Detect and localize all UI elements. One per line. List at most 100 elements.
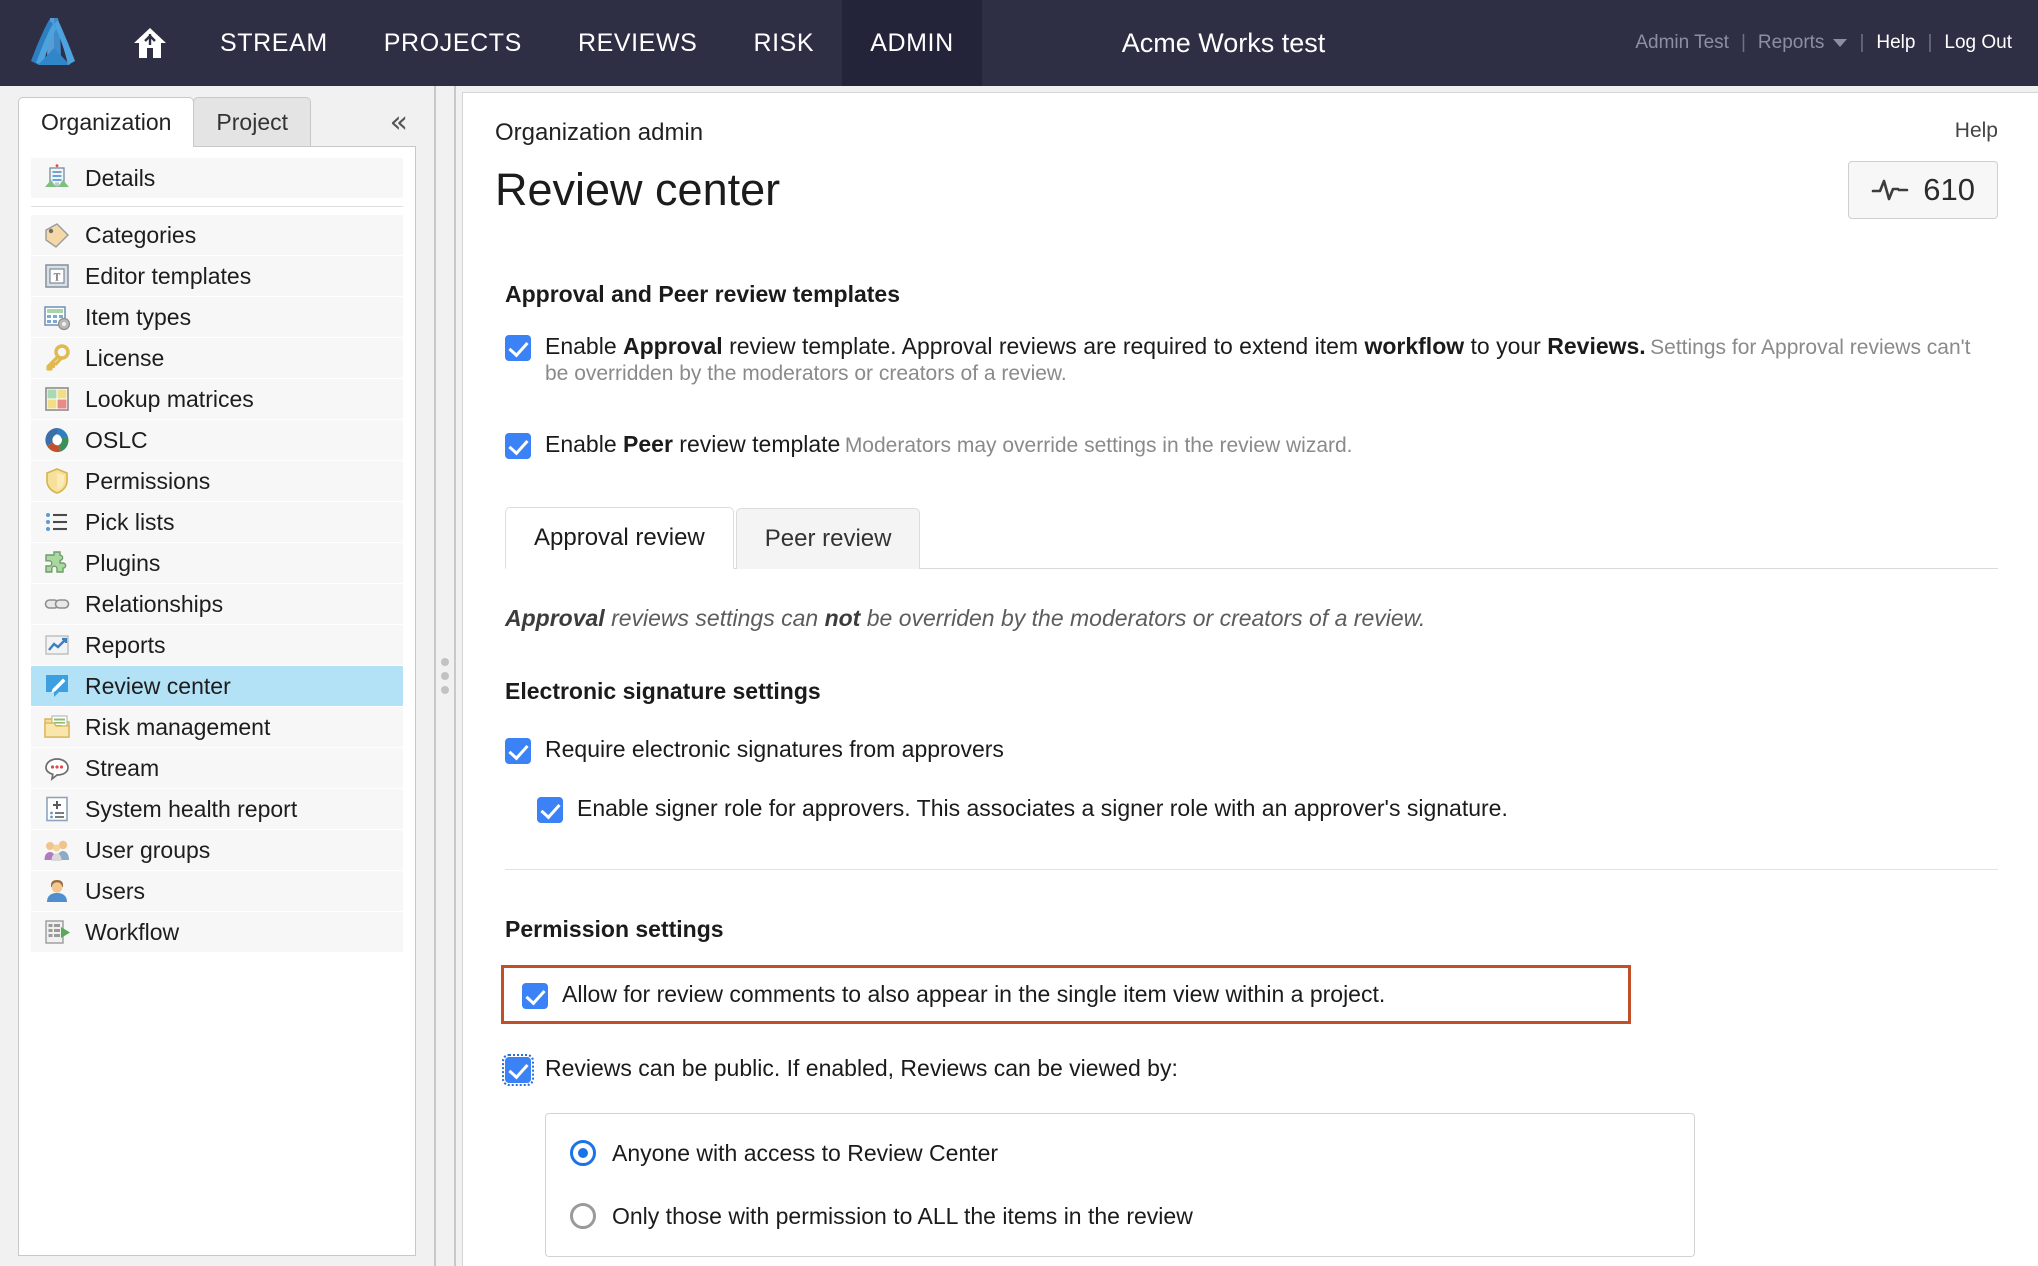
public-reviews-checkbox[interactable] (502, 1053, 534, 1086)
puzzle-icon (41, 547, 73, 579)
sidebar-item-label: Editor templates (85, 262, 252, 289)
page-title-row: Review center 610 (495, 161, 1998, 219)
current-user-label: Admin Test (1635, 32, 1729, 53)
sidebar-item-categories[interactable]: Categories (31, 215, 403, 255)
nav-tab-reviews[interactable]: REVIEWS (550, 0, 726, 86)
sidebar-item-label: Categories (85, 221, 197, 248)
enable-peer-template-checkbox[interactable] (505, 432, 531, 459)
users-group-icon (41, 834, 73, 866)
sidebar-item-user-groups[interactable]: User groups (31, 830, 403, 870)
folder-doc-icon (41, 711, 73, 743)
visibility-option-anyone-radio[interactable] (570, 1140, 596, 1167)
override-note: Approval reviews settings can not be ove… (505, 604, 1426, 631)
logout-link[interactable]: Log Out (1944, 32, 2012, 54)
templates-section-heading: Approval and Peer review templates (505, 281, 900, 307)
review-comments-in-item-view-row[interactable]: Allow for review comments to also appear… (522, 980, 1628, 1009)
tag-icon (41, 219, 73, 251)
sidebar-item-reports[interactable]: Reports (31, 625, 403, 665)
sidebar-tab-label: Project (216, 109, 289, 136)
organization-title: Acme Works test (1121, 27, 1326, 58)
sidebar-tabstrip: Organization Project « (0, 86, 434, 147)
visibility-option-restricted[interactable]: Only those with permission to ALL the it… (570, 1203, 1694, 1230)
sidebar-item-pick-lists[interactable]: Pick lists (31, 502, 403, 542)
esig-section-heading: Electronic signature settings (505, 677, 821, 704)
visibility-option-restricted-radio[interactable] (570, 1203, 596, 1230)
sidebar-item-permissions[interactable]: Permissions (31, 461, 403, 501)
tab-label: Approval review (534, 523, 705, 551)
tab-label: Peer review (764, 524, 892, 552)
page-help-link[interactable]: Help (1955, 119, 1998, 143)
sidebar-item-oslc[interactable]: OSLC (31, 420, 403, 460)
reports-menu-label: Reports (1757, 32, 1825, 53)
nav-tab-label: RISK (753, 28, 815, 57)
sidebar-item-label: Review center (85, 672, 231, 699)
sidebar-item-label: System health report (85, 795, 298, 822)
nav-tab-projects[interactable]: PROJECTS (356, 0, 550, 86)
sidebar-collapse-button[interactable]: « (390, 108, 408, 138)
sidebar-item-relationships[interactable]: Relationships (31, 584, 403, 624)
require-signatures-row[interactable]: Require electronic signatures from appro… (505, 735, 1998, 764)
permission-section-heading: Permission settings (505, 915, 724, 942)
sidebar-tab-project[interactable]: Project (193, 97, 312, 146)
sidebar-item-stream[interactable]: Stream (31, 748, 403, 788)
nav-tab-stream[interactable]: STREAM (192, 0, 356, 86)
nav-tab-label: ADMIN (870, 28, 954, 57)
key-icon (41, 342, 73, 374)
breadcrumb: Organization admin (495, 119, 704, 146)
tab-peer-review[interactable]: Peer review (735, 507, 921, 569)
list-icon (41, 506, 73, 538)
workflow-icon (41, 916, 73, 948)
public-reviews-label: Reviews can be public. If enabled, Revie… (545, 1054, 1178, 1081)
enable-peer-template-row[interactable]: Enable Peer review template Moderators m… (505, 430, 1998, 459)
activity-count-badge[interactable]: 610 (1848, 161, 1998, 219)
item-types-icon (41, 301, 73, 333)
visibility-option-anyone[interactable]: Anyone with access to Review Center (570, 1140, 1694, 1167)
public-reviews-row[interactable]: Reviews can be public. If enabled, Revie… (502, 1053, 1998, 1086)
nav-tab-admin[interactable]: ADMIN (842, 0, 982, 86)
reports-menu[interactable]: Reports (1758, 32, 1848, 54)
sidebar-item-editor-templates[interactable]: T Editor templates (31, 256, 403, 296)
chevron-down-icon (1833, 38, 1848, 47)
signer-role-checkbox[interactable] (537, 796, 563, 823)
sidebar-item-workflow[interactable]: Workflow (31, 912, 403, 952)
require-signatures-checkbox[interactable] (505, 737, 531, 764)
signer-role-label: Enable signer role for approvers. This a… (577, 794, 1508, 821)
sidebar-item-risk-management[interactable]: Risk management (31, 707, 403, 747)
text-template-icon: T (41, 260, 73, 292)
sidebar-item-label: Lookup matrices (85, 385, 254, 412)
enable-approval-template-checkbox[interactable] (505, 335, 531, 361)
separator: | (1927, 32, 1933, 53)
oslc-ring-icon (41, 424, 73, 456)
pencil-note-icon (41, 670, 73, 702)
help-link[interactable]: Help (1876, 32, 1915, 54)
tab-approval-review[interactable]: Approval review (505, 506, 734, 569)
visibility-options-card: Anyone with access to Review Center Only… (545, 1112, 1695, 1257)
nav-tab-label: PROJECTS (383, 28, 522, 57)
review-comments-in-item-view-checkbox[interactable] (522, 982, 548, 1009)
sidebar-item-review-center[interactable]: Review center (31, 666, 403, 706)
sidebar-item-details[interactable]: Details (31, 158, 403, 198)
sidebar-item-users[interactable]: Users (31, 871, 403, 911)
signer-role-row[interactable]: Enable signer role for approvers. This a… (537, 794, 1998, 823)
sidebar-item-item-types[interactable]: Item types (31, 297, 403, 337)
sidebar-tab-label: Organization (41, 109, 172, 136)
sidebar-item-license[interactable]: License (31, 338, 403, 378)
sidebar-divider (31, 206, 403, 207)
sidebar-tab-organization[interactable]: Organization (18, 97, 195, 147)
home-button[interactable] (108, 0, 192, 86)
app-logo[interactable] (0, 0, 108, 86)
sidebar-resize-handle[interactable] (434, 86, 456, 1266)
enable-approval-template-row[interactable]: Enable Approval review template. Approva… (505, 332, 1998, 388)
sidebar-item-label: Relationships (85, 590, 224, 617)
separator: | (1859, 32, 1865, 53)
nav-tab-risk[interactable]: RISK (725, 0, 842, 86)
admin-sidebar: Organization Project « Details Categorie… (0, 86, 434, 1266)
sidebar-item-system-health-report[interactable]: System health report (31, 789, 403, 829)
sidebar-item-plugins[interactable]: Plugins (31, 543, 403, 583)
require-signatures-label: Require electronic signatures from appro… (545, 735, 1004, 762)
sidebar-item-label: Plugins (85, 549, 161, 576)
user-icon (41, 875, 73, 907)
sidebar-item-lookup-matrices[interactable]: Lookup matrices (31, 379, 403, 419)
sidebar-item-label: User groups (85, 836, 211, 863)
breadcrumb-row: Organization admin Help (495, 119, 1998, 147)
